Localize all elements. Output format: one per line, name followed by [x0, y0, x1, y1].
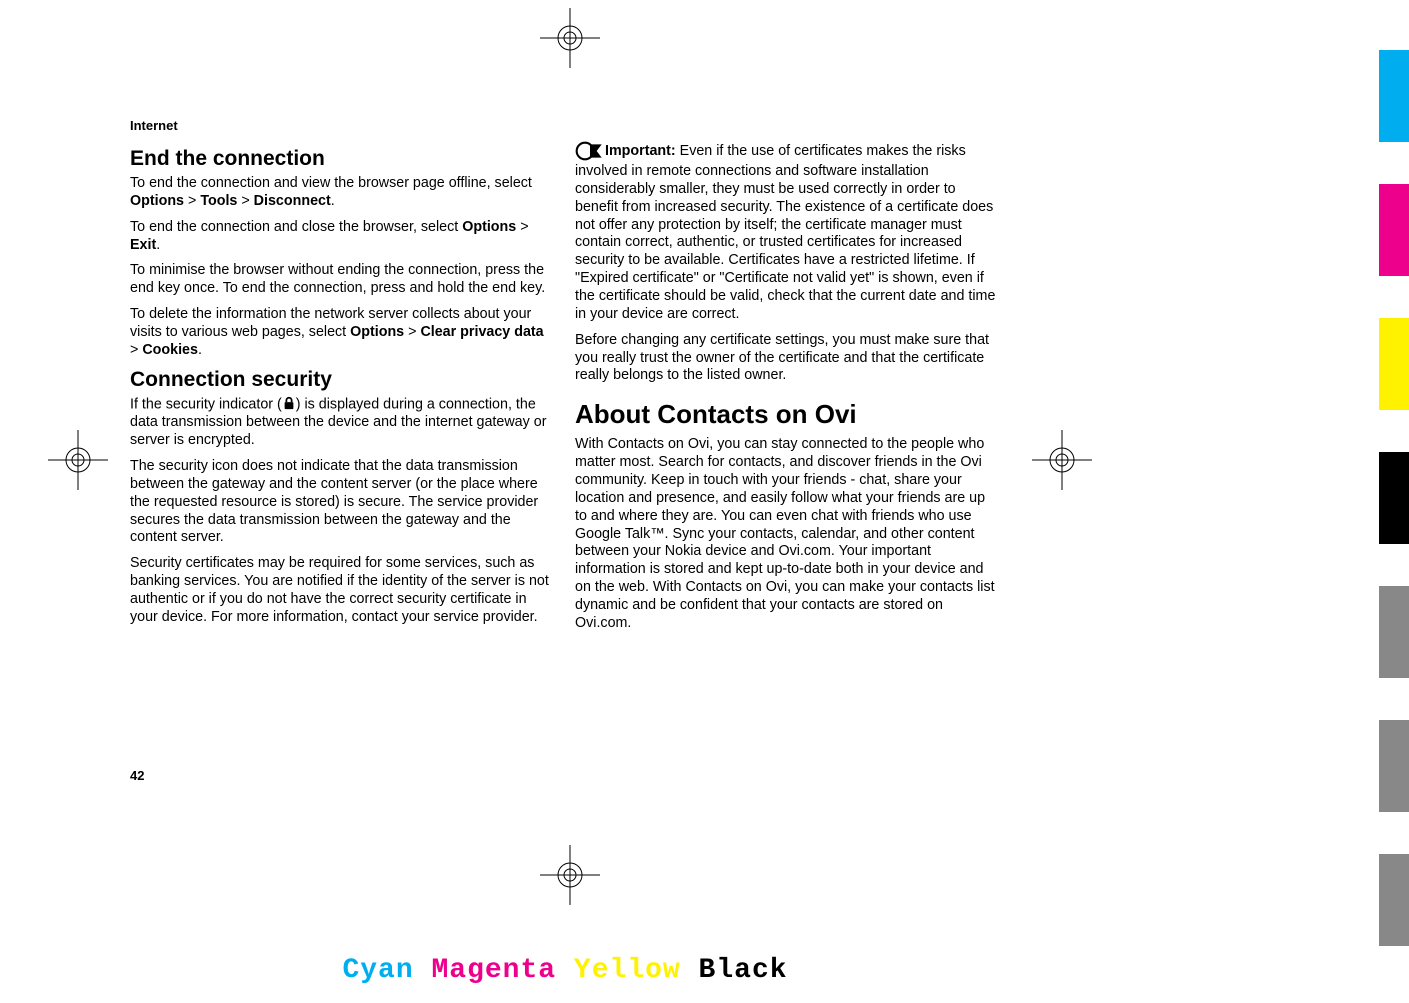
- text: .: [156, 237, 160, 253]
- para-security-icon-note: The security icon does not indicate that…: [130, 458, 555, 547]
- sep: >: [237, 193, 253, 209]
- para-certificates: Security certificates may be required fo…: [130, 555, 555, 626]
- text: .: [198, 342, 202, 358]
- menu-path: Disconnect: [254, 193, 331, 209]
- registration-mark-icon: [540, 845, 600, 905]
- para-end-offline: To end the connection and view the brows…: [130, 175, 555, 211]
- registration-mark-icon: [48, 430, 108, 490]
- para-clear-privacy: To delete the information the network se…: [130, 306, 555, 360]
- important-label: Important:: [605, 143, 680, 159]
- sep: >: [184, 193, 200, 209]
- sep: >: [130, 342, 142, 358]
- swatch-grey: [1379, 854, 1409, 946]
- text: To end the connection and close the brow…: [130, 219, 462, 235]
- text: To end the connection and view the brows…: [130, 175, 532, 191]
- swatch-cyan: [1379, 50, 1409, 142]
- swatch-grey: [1379, 720, 1409, 812]
- two-column-layout: End the connection To end the connection…: [130, 139, 1000, 641]
- menu-path: Options: [130, 193, 184, 209]
- text: Even if the use of certificates makes th…: [575, 143, 995, 322]
- para-cert-trust: Before changing any certificate settings…: [575, 332, 1000, 386]
- black-label: Black: [699, 955, 788, 986]
- swatch-yellow: [1379, 318, 1409, 410]
- menu-path: Options: [350, 324, 404, 340]
- swatch-grey: [1379, 586, 1409, 678]
- registration-mark-icon: [540, 8, 600, 68]
- text: .: [331, 193, 335, 209]
- menu-path: Tools: [200, 193, 237, 209]
- para-security-indicator: If the security indicator () is displaye…: [130, 396, 555, 450]
- right-column: Important: Even if the use of certificat…: [575, 139, 1000, 641]
- menu-path: Exit: [130, 237, 156, 253]
- heading-connection-security: Connection security: [130, 368, 555, 392]
- para-important: Important: Even if the use of certificat…: [575, 139, 1000, 324]
- sep: >: [404, 324, 420, 340]
- registration-mark-icon: [1032, 430, 1092, 490]
- magenta-label: Magenta: [431, 955, 556, 986]
- section-header: Internet: [130, 118, 1000, 133]
- menu-path: Options: [462, 219, 516, 235]
- sep: >: [516, 219, 528, 235]
- important-icon: [575, 139, 605, 163]
- menu-path: Cookies: [142, 342, 198, 358]
- heading-end-connection: End the connection: [130, 147, 555, 171]
- heading-about-contacts-ovi: About Contacts on Ovi: [575, 399, 1000, 430]
- para-end-close: To end the connection and close the brow…: [130, 219, 555, 255]
- yellow-label: Yellow: [574, 955, 681, 986]
- left-column: End the connection To end the connection…: [130, 139, 555, 641]
- para-minimise: To minimise the browser without ending t…: [130, 262, 555, 298]
- swatch-magenta: [1379, 184, 1409, 276]
- color-swatch-bar: [1379, 50, 1409, 946]
- para-ovi: With Contacts on Ovi, you can stay conne…: [575, 436, 1000, 632]
- text: If the security indicator (: [130, 396, 282, 412]
- cyan-label: Cyan: [342, 955, 413, 986]
- lock-icon: [282, 396, 296, 414]
- menu-path: Clear privacy data: [420, 324, 543, 340]
- page-content: Internet End the connection To end the c…: [130, 118, 1000, 641]
- page-number: 42: [130, 768, 144, 783]
- swatch-black: [1379, 452, 1409, 544]
- color-separation-labels: Cyan Magenta Yellow Black: [0, 955, 1130, 986]
